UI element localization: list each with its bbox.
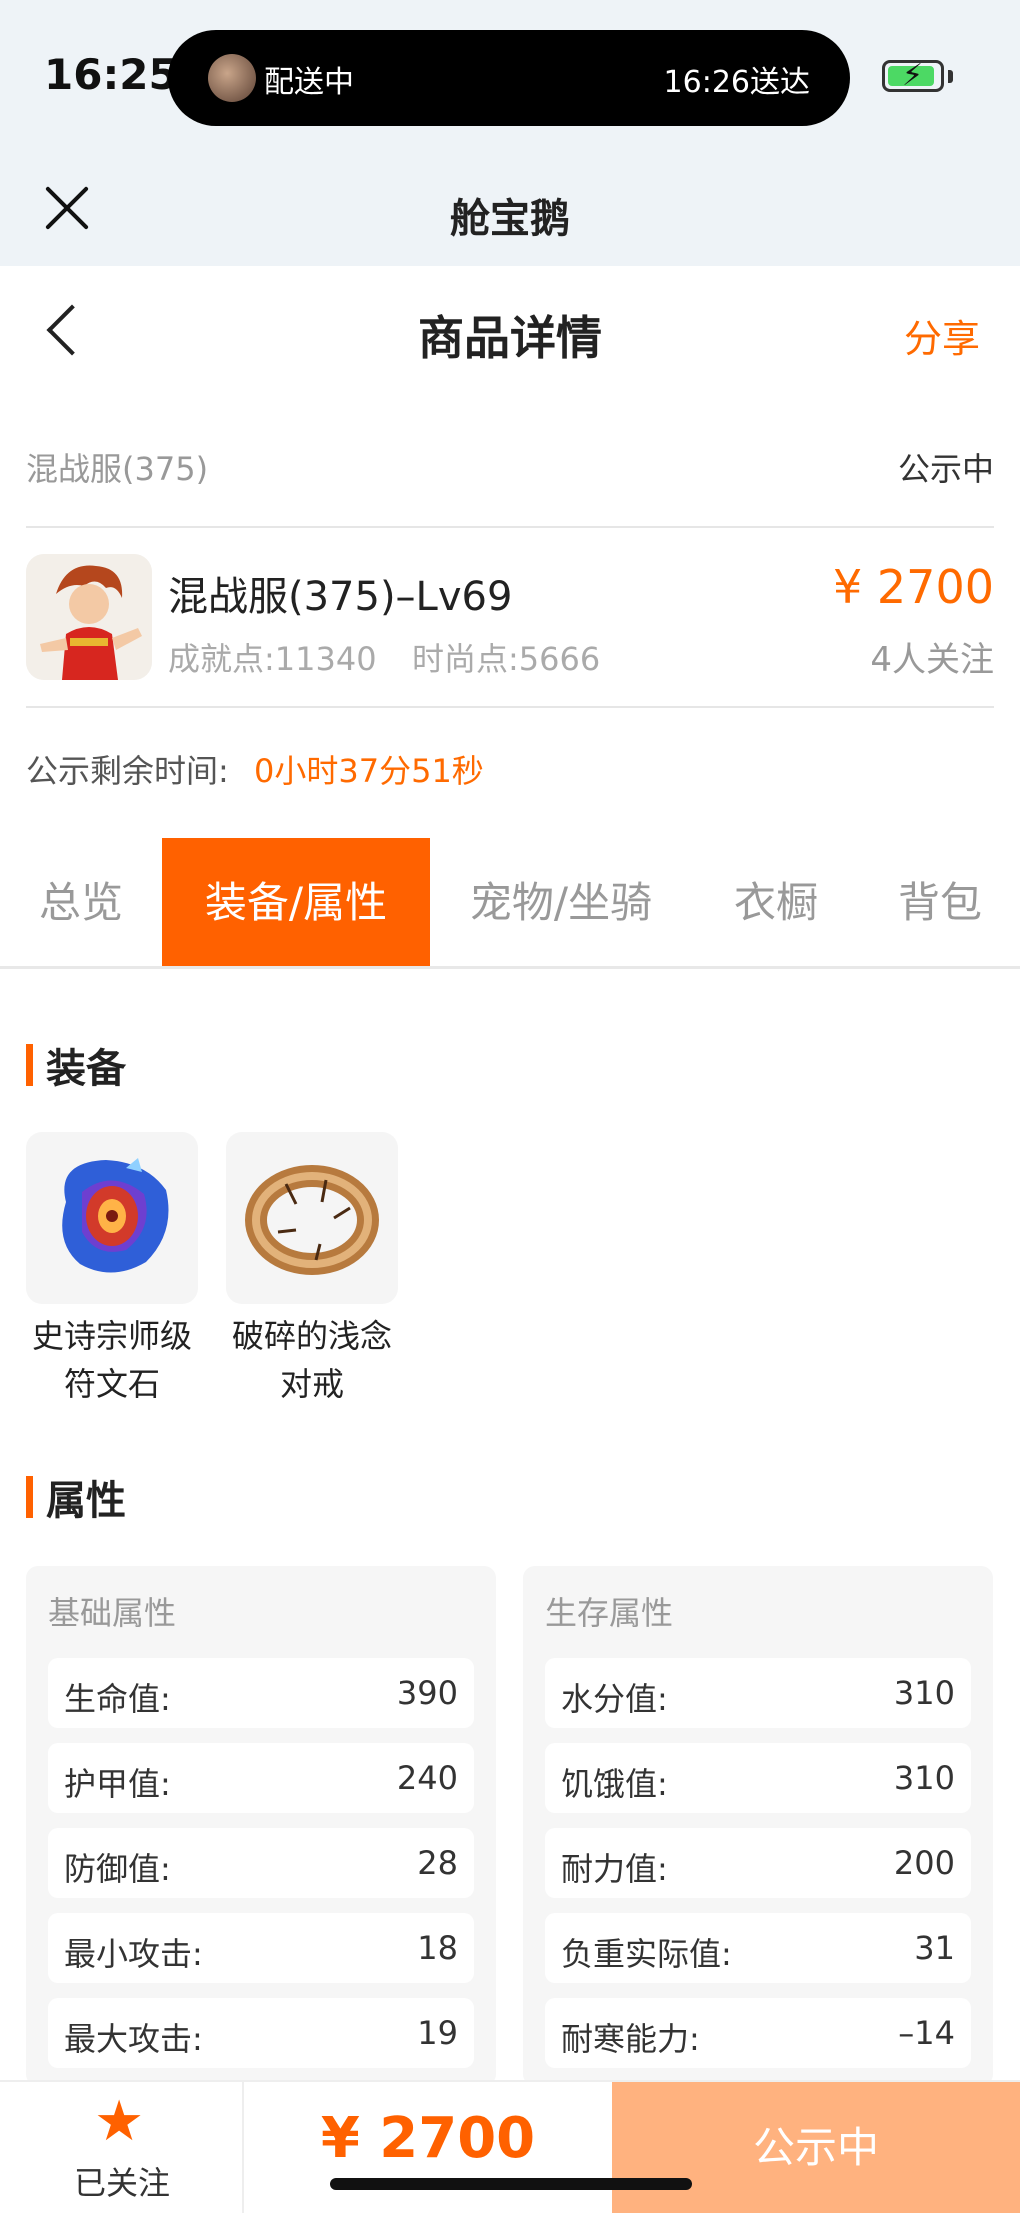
attribute-row: 水分值: 310: [545, 1658, 971, 1728]
attribute-value: 240: [396, 1759, 458, 1797]
section-label: 属性: [46, 1478, 126, 1524]
equipment-name-line2: 对戒: [279, 1365, 344, 1403]
tab-equipment-attributes[interactable]: 装备/属性: [162, 838, 430, 968]
attribute-key: 最大攻击:: [64, 2020, 203, 2058]
attribute-value: 19: [417, 2014, 458, 2052]
attribute-key: 防御值:: [64, 1850, 171, 1888]
attribute-row: 耐寒能力: –14: [545, 1998, 971, 2068]
attribute-key: 耐力值:: [561, 1850, 668, 1888]
dynamic-island[interactable]: 配送中 16:26送达: [168, 30, 850, 126]
attribute-value: –14: [898, 2014, 955, 2052]
attribute-value: 28: [417, 1844, 458, 1882]
delivery-eta: 16:26送达: [663, 65, 810, 100]
attribute-row: 生命值: 390: [48, 1658, 474, 1728]
miniapp-title: 舱宝鹅: [450, 196, 570, 242]
attribute-value: 31: [914, 1929, 955, 1967]
attribute-key: 耐寒能力:: [561, 2020, 700, 2058]
attribute-row: 最大攻击: 19: [48, 1998, 474, 2068]
achievement-points: 成就点:11340: [168, 640, 377, 678]
charging-icon: ⚡: [902, 58, 924, 93]
listing-price: ¥ 2700: [833, 560, 994, 614]
equipment-name-line1: 史诗宗师级: [31, 1317, 192, 1355]
equipment-name-line1: 破碎的浅念: [231, 1317, 392, 1355]
listing-status-button[interactable]: 公示中: [612, 2082, 1020, 2213]
attribute-row: 防御值: 28: [48, 1828, 474, 1898]
attribute-key: 最小攻击:: [64, 1935, 203, 1973]
tab-divider: [0, 966, 1020, 969]
delivery-status: 配送中: [264, 65, 354, 100]
status-time: 16:25: [44, 50, 178, 99]
panel-heading: 生存属性: [545, 1594, 674, 1632]
follow-label: 已关注: [73, 2164, 170, 2202]
listing-status: 公示中: [897, 450, 994, 488]
attribute-key: 生命值:: [64, 1680, 171, 1718]
attribute-row: 负重实际值: 31: [545, 1913, 971, 1983]
attribute-value: 18: [417, 1929, 458, 1967]
section-title-attributes: 属性: [26, 1468, 126, 1526]
character-avatar: [26, 554, 152, 680]
ring-icon: [226, 1132, 398, 1304]
countdown-label: 公示剩余时间:: [26, 752, 229, 790]
section-title-equipment: 装备: [26, 1036, 126, 1094]
attribute-key: 饥饿值:: [561, 1765, 668, 1803]
attribute-row: 最小攻击: 18: [48, 1913, 474, 1983]
bottom-price: ¥ 2700: [320, 2106, 536, 2171]
tab-pets-mounts[interactable]: 宠物/坐骑: [430, 838, 692, 968]
section-label: 装备: [46, 1046, 126, 1092]
attribute-row: 护甲值: 240: [48, 1743, 474, 1813]
rune-stone-icon: [26, 1132, 198, 1304]
attribute-row: 饥饿值: 310: [545, 1743, 971, 1813]
countdown-value: 0小时37分51秒: [254, 752, 484, 790]
follower-count: 4人关注: [870, 640, 994, 680]
divider: [26, 706, 994, 708]
tab-overview[interactable]: 总览: [0, 838, 162, 968]
tab-backpack[interactable]: 背包: [860, 838, 1020, 968]
server-name: 混战服(375): [26, 450, 209, 488]
follow-button[interactable]: ★ 已关注: [0, 2082, 244, 2213]
equipment-item[interactable]: 破碎的浅念 对戒: [226, 1132, 398, 1408]
divider: [26, 526, 994, 528]
character-name: 混战服(375)–Lv69: [168, 574, 513, 620]
attribute-row: 耐力值: 200: [545, 1828, 971, 1898]
attribute-value: 200: [893, 1844, 955, 1882]
home-indicator[interactable]: [330, 2178, 692, 2190]
bottom-action-bar: ★ 已关注 ¥ 2700 公示中: [0, 2080, 1020, 2213]
battery-tip: [948, 70, 953, 83]
attribute-key: 负重实际值:: [561, 1935, 732, 1973]
equipment-item[interactable]: 史诗宗师级 符文石: [26, 1132, 198, 1408]
section-marker: [26, 1476, 33, 1518]
basic-attributes-panel: 基础属性 生命值: 390 护甲值: 240 防御值: 28 最小攻击: 18 …: [26, 1566, 496, 2086]
attribute-key: 护甲值:: [64, 1765, 171, 1803]
top-header: 16:25 配送中 16:26送达 ⚡ 舱宝鹅: [0, 0, 1020, 266]
attribute-value: 390: [396, 1674, 458, 1712]
attribute-key: 水分值:: [561, 1680, 668, 1718]
tab-wardrobe[interactable]: 衣橱: [692, 838, 860, 968]
star-icon: ★: [94, 2089, 145, 2154]
equipment-name-line2: 符文石: [63, 1365, 160, 1403]
share-button[interactable]: 分享: [904, 308, 980, 363]
tab-bar: 总览 装备/属性 宠物/坐骑 衣橱 背包: [0, 838, 1020, 968]
survival-attributes-panel: 生存属性 水分值: 310 饥饿值: 310 耐力值: 200 负重实际值: 3…: [523, 1566, 993, 2086]
delivery-avatar-icon: [208, 54, 256, 102]
panel-heading: 基础属性: [48, 1594, 177, 1632]
attribute-value: 310: [893, 1759, 955, 1797]
page-title: 商品详情: [418, 311, 602, 365]
section-marker: [26, 1044, 33, 1086]
attribute-value: 310: [893, 1674, 955, 1712]
fashion-points: 时尚点:5666: [412, 640, 601, 678]
